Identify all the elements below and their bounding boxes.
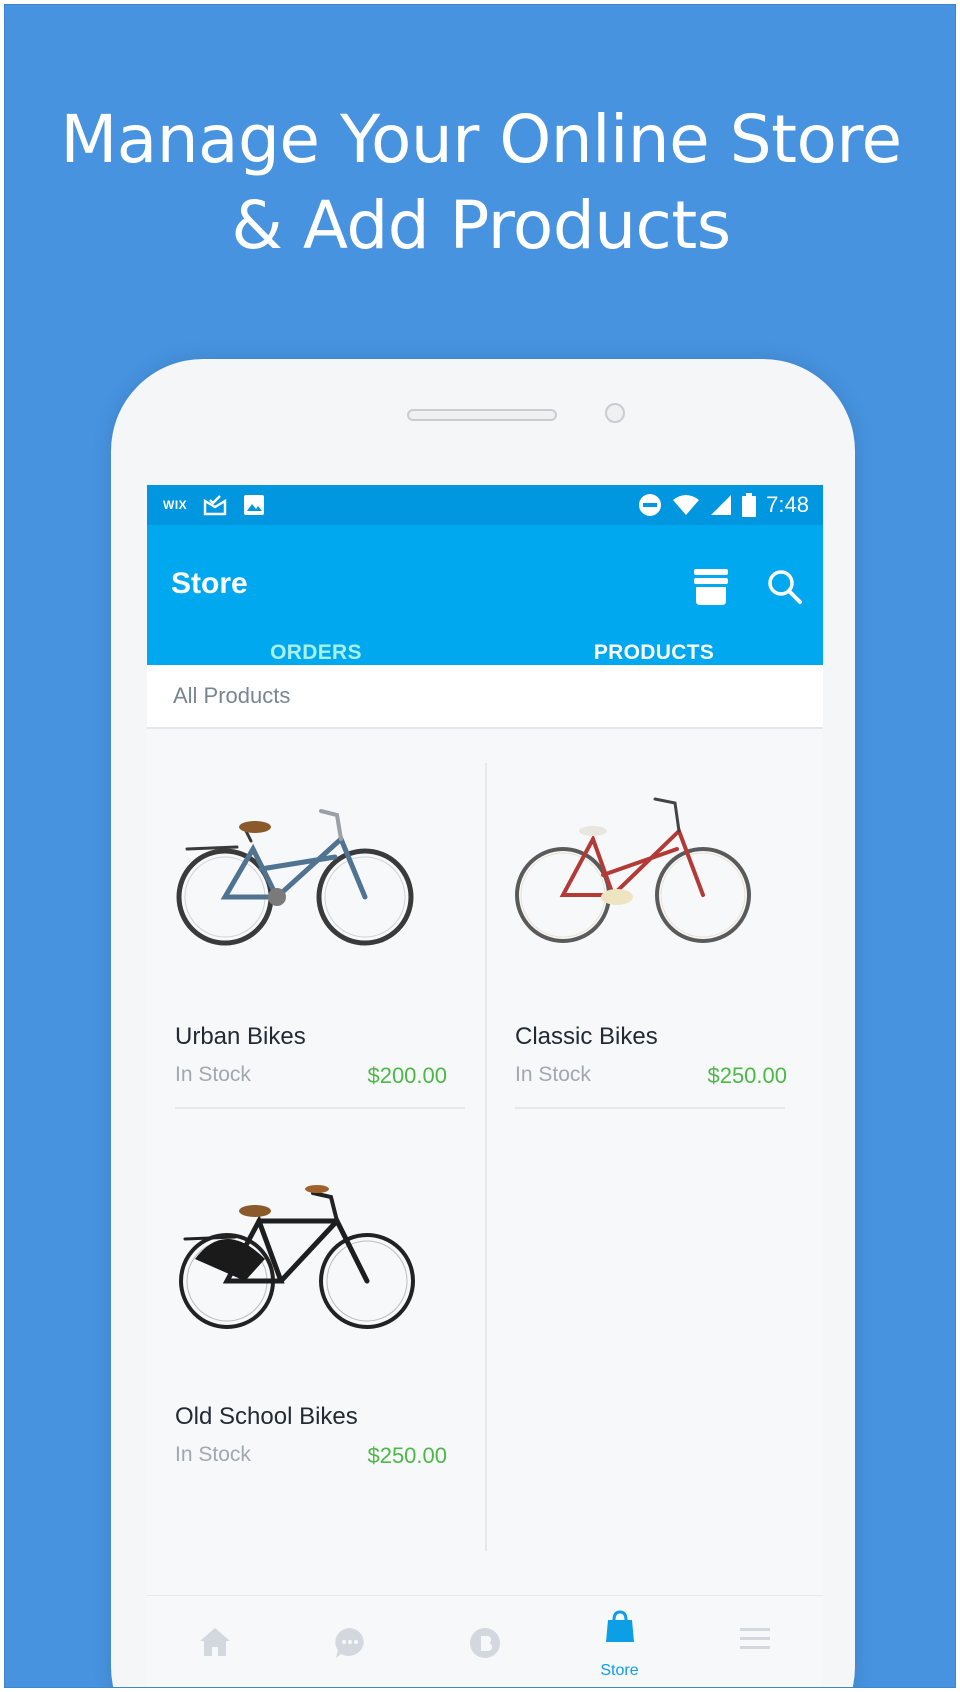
product-name: Classic Bikes [515, 1023, 658, 1050]
image-icon [244, 495, 265, 515]
do-not-disturb-icon [639, 494, 662, 516]
nav-store-label: Store [600, 1662, 639, 1679]
phone-frame: WIX 7:48 Store ORDERS PRODUCTS All Produ… [111, 359, 855, 1687]
product-filter[interactable]: All Products [147, 665, 823, 729]
status-time: 7:48 [766, 492, 809, 517]
status-bar: WIX 7:48 [147, 485, 823, 525]
product-name: Urban Bikes [175, 1023, 306, 1050]
stock-status: In Stock [515, 1063, 591, 1086]
stock-status: In Stock [175, 1443, 251, 1466]
product-name: Old School Bikes [175, 1403, 358, 1430]
bicycle-image [176, 809, 414, 946]
product-card-old-school-bikes[interactable]: Old School Bikes In Stock $250.00 [147, 1109, 447, 1468]
signal-icon [711, 495, 732, 515]
search-button[interactable] [765, 567, 809, 611]
nav-store[interactable]: Store [552, 1596, 687, 1687]
menu-icon [739, 1628, 770, 1649]
nav-chat[interactable] [282, 1596, 417, 1687]
product-price: $250.00 [707, 1063, 787, 1088]
promo-background: Manage Your Online Store & Add Products … [4, 4, 956, 1688]
promo-headline: Manage Your Online Store & Add Products [5, 97, 955, 269]
bicycle-image [515, 797, 751, 943]
bicycle-image [179, 1185, 415, 1329]
nav-blog[interactable] [417, 1596, 552, 1687]
headline-line-2: & Add Products [231, 187, 731, 264]
home-icon [199, 1628, 230, 1656]
chat-icon [334, 1628, 364, 1658]
shopping-bag-icon [605, 1610, 634, 1642]
nav-home[interactable] [147, 1596, 282, 1687]
battery-icon [742, 493, 757, 517]
phone-speaker [407, 409, 557, 421]
wifi-icon [673, 495, 700, 515]
app-bar: Store ORDERS PRODUCTS [147, 525, 823, 705]
phone-screen: WIX 7:48 Store ORDERS PRODUCTS All Produ… [147, 485, 823, 1687]
stock-status: In Stock [175, 1063, 251, 1086]
filter-label: All Products [173, 683, 291, 708]
blog-icon [469, 1628, 500, 1658]
mail-icon [203, 495, 227, 516]
product-price: $250.00 [367, 1443, 447, 1468]
card-divider [515, 1107, 785, 1109]
storefront-button[interactable] [693, 567, 733, 611]
search-icon [768, 570, 802, 604]
product-card-classic-bikes[interactable]: Classic Bikes In Stock $250.00 [487, 729, 787, 1109]
nav-menu[interactable] [687, 1596, 822, 1687]
page-title: Store [171, 567, 248, 600]
storefront-icon [694, 569, 728, 605]
product-card-urban-bikes[interactable]: Urban Bikes In Stock $200.00 [147, 729, 465, 1109]
product-grid: Urban Bikes In Stock $200.00 Classic Bik… [147, 729, 823, 1687]
wix-logo: WIX [163, 498, 188, 512]
headline-line-1: Manage Your Online Store [60, 101, 902, 178]
phone-camera [605, 403, 625, 423]
bottom-navigation: Store [147, 1595, 823, 1687]
product-price: $200.00 [367, 1063, 447, 1088]
